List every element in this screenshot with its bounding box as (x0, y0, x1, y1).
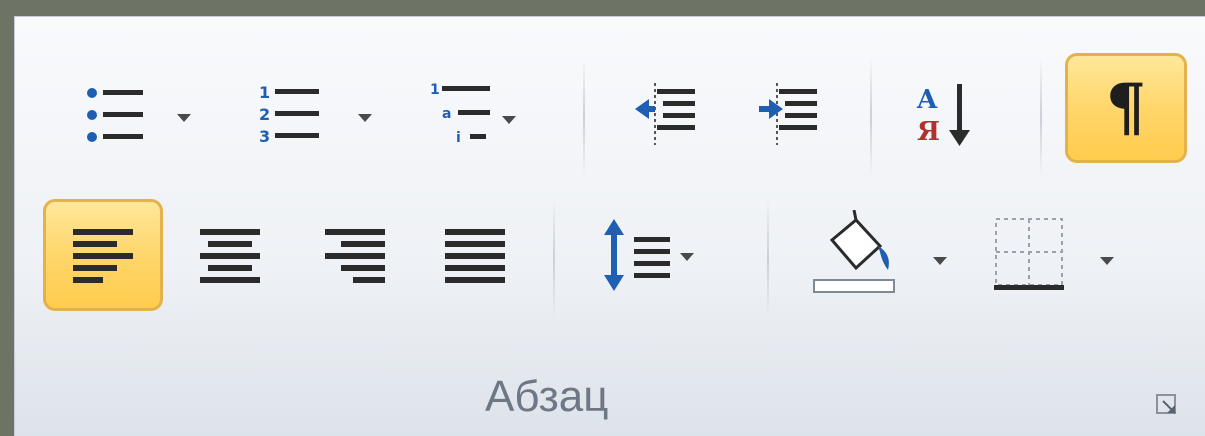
svg-text:2: 2 (259, 105, 270, 124)
line-spacing-icon (604, 219, 694, 291)
shading-button[interactable] (805, 199, 905, 311)
sort-button[interactable]: A Я (895, 65, 995, 165)
justify-button[interactable] (425, 199, 525, 311)
svg-text:1: 1 (259, 84, 270, 102)
shading-dropdown-chevron-down-icon[interactable] (933, 257, 947, 265)
multilevel-list-icon: 1 a i (430, 82, 516, 146)
decrease-indent-button[interactable] (615, 65, 715, 165)
paragraph-ribbon-group: 1 2 3 1 a i A Я ¶ Абзац (14, 16, 1205, 436)
borders-button[interactable] (980, 199, 1080, 311)
sort-icon: A Я (916, 84, 970, 147)
pilcrow-icon: ¶ (1105, 70, 1147, 145)
sort-letter-top: A (916, 85, 938, 115)
numbering-button[interactable]: 1 2 3 (240, 65, 340, 165)
svg-text:3: 3 (259, 127, 270, 146)
bullets-button[interactable] (60, 65, 170, 165)
align-center-button[interactable] (180, 199, 280, 311)
numbering-dropdown-chevron-down-icon[interactable] (358, 114, 372, 122)
line-spacing-button[interactable] (590, 199, 720, 311)
numbering-icon: 1 2 3 (259, 84, 319, 146)
align-left-icon (73, 229, 133, 283)
group-label: Абзац (485, 372, 609, 421)
borders-icon (994, 218, 1064, 290)
align-center-icon (200, 229, 260, 283)
separator (553, 199, 555, 319)
align-right-icon (325, 229, 385, 283)
align-left-button[interactable] (43, 199, 163, 311)
show-formatting-marks-button[interactable]: ¶ (1065, 53, 1187, 163)
justify-icon (445, 229, 505, 283)
bullets-dropdown-chevron-down-icon[interactable] (177, 114, 191, 122)
separator (583, 57, 585, 177)
sort-letter-bottom: Я (917, 117, 940, 147)
separator (767, 199, 769, 319)
decrease-indent-icon (635, 83, 695, 145)
increase-indent-icon (759, 83, 817, 145)
paint-bucket-icon (813, 210, 895, 293)
borders-dropdown-chevron-down-icon[interactable] (1100, 257, 1114, 265)
svg-text:i: i (456, 130, 461, 146)
svg-text:a: a (442, 106, 451, 122)
align-right-button[interactable] (305, 199, 405, 311)
separator (1040, 57, 1042, 177)
multilevel-list-button[interactable]: 1 a i (415, 65, 535, 165)
increase-indent-button[interactable] (737, 65, 837, 165)
bullets-icon (87, 88, 143, 142)
separator (870, 57, 872, 177)
dialog-launcher-icon[interactable] (1155, 393, 1179, 417)
svg-text:1: 1 (430, 82, 440, 98)
